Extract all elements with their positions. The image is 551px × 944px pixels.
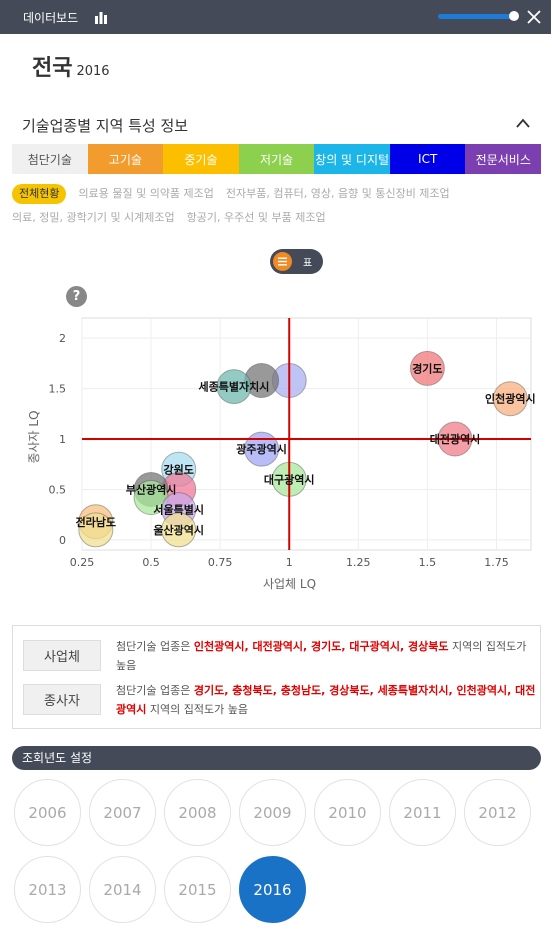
- x-axis-label: 사업체 LQ: [263, 577, 316, 591]
- x-tick-label: 1.25: [346, 556, 371, 569]
- workers-suffix: 지역의 집적도가 높음: [146, 703, 248, 716]
- workers-summary: 첨단기술 업종은 경기도, 충청북도, 충청남도, 경상북도, 세종특별자치시,…: [116, 681, 536, 719]
- tab-4[interactable]: 창의 및 디지털: [314, 144, 390, 174]
- business-summary: 첨단기술 업종은 인천광역시, 대전광역시, 경기도, 대구광역시, 경상북도 …: [116, 637, 536, 675]
- bubble-label: 강원도: [164, 462, 194, 476]
- x-tick-label: 1.75: [484, 556, 509, 569]
- page-title: 전국 2016: [32, 50, 110, 82]
- y-axis-label: 종사자 LQ: [27, 410, 41, 463]
- tab-0[interactable]: 첨단기술: [12, 144, 88, 174]
- year-section-title: 조회년도 설정: [12, 746, 541, 770]
- y-tick-label: 1.5: [49, 383, 67, 396]
- region-name: 전국: [32, 56, 73, 81]
- bubble-label: 인천광역시: [485, 392, 536, 406]
- subcategory-0[interactable]: 전체현황: [12, 184, 67, 204]
- bubble-label: 부산광역시: [126, 482, 177, 496]
- workers-prefix: 첨단기술 업종은: [116, 684, 194, 697]
- subcategory-2[interactable]: 전자부품, 컴퓨터, 영상, 음향 및 통신장비 제조업: [226, 182, 450, 206]
- bubble-label: 서울특별시: [153, 503, 204, 517]
- y-tick-label: 1: [59, 433, 66, 446]
- bubble-label: 광주광역시: [236, 442, 287, 456]
- top-bar: 데이터보드: [0, 0, 551, 34]
- year-2011[interactable]: 2011: [389, 779, 456, 846]
- help-icon[interactable]: ?: [66, 286, 87, 307]
- tech-tabs: 첨단기술 고기술 중기술 저기술 창의 및 디지털 ICT 전문서비스: [12, 144, 542, 174]
- year-2014[interactable]: 2014: [89, 856, 156, 923]
- bubble-label: 경기도: [412, 361, 442, 375]
- app-title: 데이터보드: [23, 11, 79, 25]
- subcategory-3[interactable]: 의료, 정밀, 광학기기 및 시계제조업: [12, 206, 175, 230]
- bubble-label: 대구광역시: [264, 472, 315, 486]
- year-2008[interactable]: 2008: [164, 779, 231, 846]
- subcategory-4[interactable]: 항공기, 우주선 및 부품 제조업: [187, 206, 326, 230]
- slider-knob[interactable]: [509, 11, 519, 21]
- year-2007[interactable]: 2007: [89, 779, 156, 846]
- y-tick-label: 0: [59, 534, 66, 547]
- section-title: 기술업종별 지역 특성 정보: [22, 117, 189, 135]
- business-regions: 인천광역시, 대전광역시, 경기도, 대구광역시, 경상북도: [193, 640, 449, 653]
- summary-box: 사업체 첨단기술 업종은 인천광역시, 대전광역시, 경기도, 대구광역시, 경…: [12, 625, 541, 729]
- region-year: 2016: [76, 64, 110, 79]
- tab-2[interactable]: 중기술: [163, 144, 239, 174]
- business-prefix: 첨단기술 업종은: [116, 640, 194, 653]
- year-2012[interactable]: 2012: [464, 779, 531, 846]
- bubble-label: 울산광역시: [153, 523, 204, 537]
- y-tick-label: 2: [59, 332, 66, 345]
- list-icon[interactable]: [273, 252, 292, 271]
- year-2016[interactable]: 2016: [239, 856, 306, 923]
- tab-1[interactable]: 고기술: [87, 144, 164, 174]
- bubble-label: 전라남도: [76, 515, 116, 529]
- workers-button[interactable]: 종사자: [23, 684, 101, 715]
- year-2013[interactable]: 2013: [14, 856, 81, 923]
- year-2010[interactable]: 2010: [314, 779, 381, 846]
- x-tick-label: 1: [286, 556, 293, 569]
- view-toggle[interactable]: 표: [270, 249, 323, 274]
- table-toggle-label[interactable]: 표: [303, 254, 312, 269]
- subcategory-1[interactable]: 의료용 물질 및 의약품 제조업: [78, 182, 213, 206]
- year-2009[interactable]: 2009: [239, 779, 306, 846]
- business-button[interactable]: 사업체: [23, 640, 101, 671]
- x-tick-label: 0.25: [70, 556, 95, 569]
- zoom-slider[interactable]: [438, 11, 519, 21]
- bubble-label: 세종특별자치시: [199, 380, 270, 394]
- bar-chart-icon[interactable]: [94, 10, 108, 24]
- x-tick-label: 1.5: [419, 556, 437, 569]
- x-tick-label: 0.5: [142, 556, 160, 569]
- y-tick-label: 0.5: [49, 483, 67, 496]
- tab-6[interactable]: 전문서비스: [465, 144, 542, 174]
- year-2015[interactable]: 2015: [164, 856, 231, 923]
- chevron-up-icon[interactable]: [515, 117, 531, 129]
- bubble-label: 대전광역시: [430, 432, 481, 446]
- close-icon[interactable]: [526, 9, 542, 25]
- tab-3[interactable]: 저기술: [238, 144, 315, 174]
- x-tick-label: 0.75: [208, 556, 233, 569]
- tab-5[interactable]: ICT: [389, 144, 466, 174]
- year-2006[interactable]: 2006: [14, 779, 81, 846]
- lq-scatter-chart: 0.25 0.5 0.75 1 1.25 1.5 1.75 0 0.5 1 1.5 2 세종특별자치시 경…: [27, 317, 536, 591]
- subcategory-filters: 전체현황 의료용 물질 및 의약품 제조업 전자부품, 컴퓨터, 영상, 음향 및 …: [12, 182, 532, 230]
